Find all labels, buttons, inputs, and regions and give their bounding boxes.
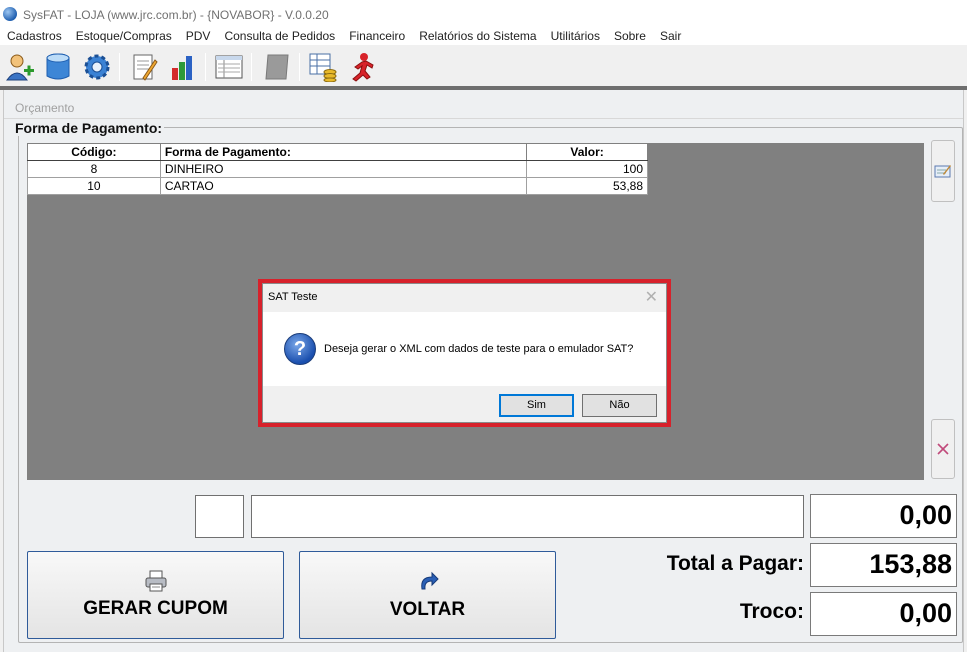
menu-utilitarios[interactable]: Utilitários — [551, 29, 600, 44]
divider — [4, 118, 963, 119]
menu-relatorios[interactable]: Relatórios do Sistema — [419, 29, 536, 44]
table-row[interactable]: 10 CARTAO 53,88 — [27, 177, 648, 195]
nao-button[interactable]: Não — [582, 394, 657, 417]
troco-value-field: 0,00 — [810, 592, 957, 636]
dialog-frame: SAT Teste ✕ ? Deseja gerar o XML com dad… — [262, 283, 667, 423]
dialog-message: Deseja gerar o XML com dados de teste pa… — [324, 343, 634, 355]
table-row[interactable]: 8 DINHEIRO 100 — [27, 160, 648, 178]
notepad-pencil-icon[interactable] — [128, 51, 160, 83]
column-header-codigo[interactable]: Código: — [27, 143, 161, 161]
total-value-field: 153,88 — [810, 543, 957, 587]
description-input[interactable] — [251, 495, 804, 538]
window-title: SysFAT - LOJA (www.jrc.com.br) - {NOVABO… — [23, 8, 329, 22]
code-input[interactable] — [195, 495, 244, 538]
add-user-icon[interactable] — [4, 51, 36, 83]
cell-valor: 53,88 — [526, 177, 648, 195]
delete-button[interactable] — [931, 419, 955, 479]
sat-dialog: SAT Teste ✕ ? Deseja gerar o XML com dad… — [258, 279, 671, 427]
dialog-body: ? Deseja gerar o XML com dados de teste … — [263, 312, 666, 386]
cell-valor: 100 — [526, 160, 648, 178]
cell-forma: DINHEIRO — [159, 160, 528, 178]
troco-label: Troco: — [739, 600, 804, 623]
gerar-cupom-button[interactable]: GERAR CUPOM — [27, 551, 284, 639]
menu-sair[interactable]: Sair — [660, 29, 681, 44]
title-bar: SysFAT - LOJA (www.jrc.com.br) - {NOVABO… — [0, 0, 967, 28]
menu-cadastros[interactable]: Cadastros — [7, 29, 62, 44]
entry-value-field[interactable]: 0,00 — [810, 494, 957, 538]
list-form-icon[interactable] — [213, 51, 245, 83]
edit-button[interactable] — [931, 140, 955, 202]
red-runner-icon[interactable] — [346, 51, 378, 83]
total-label: Total a Pagar: — [666, 552, 804, 575]
toolbar-separator — [251, 53, 252, 81]
printer-icon — [145, 570, 166, 592]
menu-sobre[interactable]: Sobre — [614, 29, 646, 44]
menu-bar: Cadastros Estoque/Compras PDV Consulta d… — [0, 28, 967, 45]
cell-codigo: 8 — [27, 160, 161, 178]
menu-estoque-compras[interactable]: Estoque/Compras — [76, 29, 172, 44]
app-globe-icon — [3, 7, 17, 21]
gerar-cupom-label: GERAR CUPOM — [83, 598, 228, 619]
bar-chart-icon[interactable] — [167, 51, 199, 83]
menu-pdv[interactable]: PDV — [186, 29, 211, 44]
dialog-title: SAT Teste — [268, 291, 318, 303]
column-header-valor[interactable]: Valor: — [526, 143, 648, 161]
toolbar-separator — [299, 53, 300, 81]
voltar-button[interactable]: VOLTAR — [299, 551, 556, 639]
gray-card-icon[interactable] — [261, 51, 293, 83]
cell-forma: CARTAO — [159, 177, 528, 195]
sim-button[interactable]: Sim — [499, 394, 574, 417]
menu-financeiro[interactable]: Financeiro — [349, 29, 405, 44]
breadcrumb: Orçamento — [15, 101, 75, 115]
database-icon[interactable] — [42, 51, 74, 83]
voltar-label: VOLTAR — [389, 599, 466, 620]
cell-codigo: 10 — [27, 177, 161, 195]
toolbar-separator — [119, 53, 120, 81]
close-icon — [937, 443, 949, 455]
edit-icon — [934, 165, 951, 178]
toolbar — [0, 48, 967, 86]
settings-gear-icon[interactable] — [81, 51, 113, 83]
table-header-row: Código: Forma de Pagamento: Valor: — [27, 143, 648, 161]
column-header-forma[interactable]: Forma de Pagamento: — [159, 143, 528, 161]
group-title: Forma de Pagamento: — [13, 120, 165, 136]
payment-table: Código: Forma de Pagamento: Valor: 8 DIN… — [27, 143, 648, 195]
toolbar-separator — [205, 53, 206, 81]
redo-arrow-icon — [420, 571, 439, 590]
question-icon: ? — [284, 333, 316, 365]
close-icon[interactable]: ✕ — [645, 287, 658, 307]
table-coins-icon[interactable] — [307, 51, 339, 83]
menu-consulta-pedidos[interactable]: Consulta de Pedidos — [224, 29, 335, 44]
